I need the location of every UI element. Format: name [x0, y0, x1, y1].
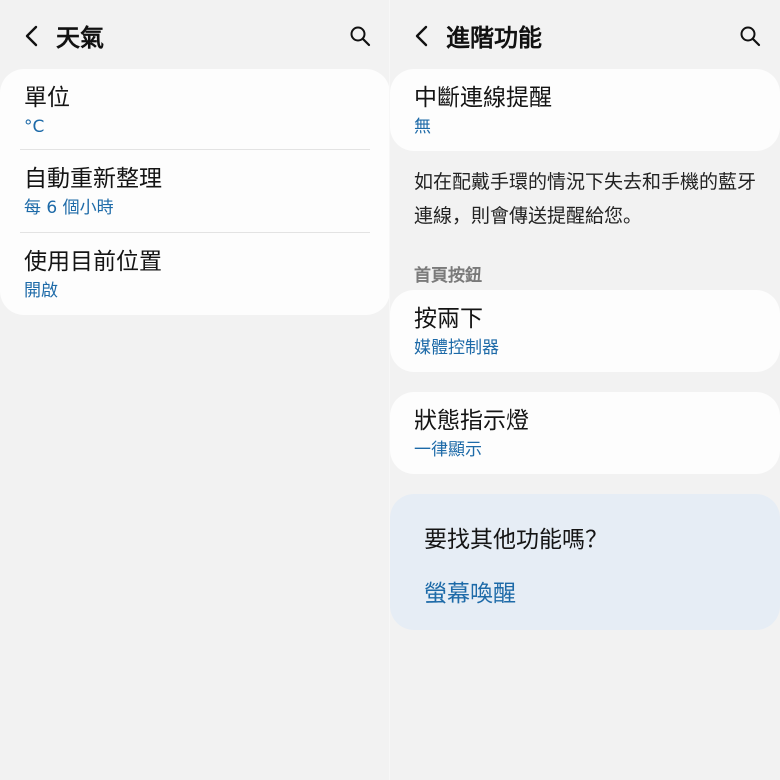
disconnect-alert-label: 中斷連線提醒	[414, 85, 552, 111]
weather-header: 天氣	[0, 0, 390, 68]
unit-setting[interactable]: 單位 °C	[24, 83, 370, 139]
use-location-label: 使用目前位置	[24, 249, 162, 275]
advanced-features-panel: 進階功能 中斷連線提醒 無 如在配戴手環的情況下失去和手機的藍牙連線，則會傳送提…	[390, 0, 780, 780]
status-light-value: 一律顯示	[414, 440, 482, 460]
double-press-value: 媒體控制器	[414, 338, 499, 358]
auto-refresh-setting[interactable]: 自動重新整理 每 6 個小時	[24, 164, 370, 220]
weather-settings-card: 單位 °C 自動重新整理 每 6 個小時 使用目前位置 開啟	[0, 69, 390, 315]
auto-refresh-value: 每 6 個小時	[24, 198, 114, 218]
page-title: 進階功能	[446, 24, 542, 52]
double-press-setting[interactable]: 按兩下 媒體控制器	[414, 304, 760, 360]
search-icon[interactable]	[738, 24, 762, 48]
status-light-label: 狀態指示燈	[414, 408, 529, 434]
use-location-value: 開啟	[24, 281, 58, 301]
use-location-setting[interactable]: 使用目前位置 開啟	[24, 247, 370, 303]
section-header-home-button: 首頁按鈕	[414, 266, 482, 286]
double-press-card: 按兩下 媒體控制器	[390, 290, 780, 372]
disconnect-alert-value: 無	[414, 117, 431, 137]
disconnect-alert-setting[interactable]: 中斷連線提醒 無	[414, 83, 760, 139]
page-title: 天氣	[56, 24, 104, 52]
divider	[20, 149, 370, 150]
auto-refresh-label: 自動重新整理	[24, 166, 162, 192]
back-arrow-icon[interactable]	[18, 22, 46, 50]
unit-value: °C	[24, 117, 45, 137]
suggest-title: 要找其他功能嗎？	[424, 527, 608, 553]
looking-for-other-features-card: 要找其他功能嗎？ 螢幕喚醒	[390, 494, 780, 630]
divider	[20, 232, 370, 233]
status-light-setting[interactable]: 狀態指示燈 一律顯示	[414, 406, 760, 462]
unit-label: 單位	[24, 85, 70, 111]
status-light-card: 狀態指示燈 一律顯示	[390, 392, 780, 474]
weather-settings-panel: 天氣 單位 °C 自動重新整理 每 6 個小時 使用目前位置 開啟	[0, 0, 390, 780]
advanced-header: 進階功能	[390, 0, 780, 68]
double-press-label: 按兩下	[414, 306, 483, 332]
disconnect-description: 如在配戴手環的情況下失去和手機的藍牙連線，則會傳送提醒給您。	[414, 171, 757, 227]
search-icon[interactable]	[348, 24, 372, 48]
screen-wake-link[interactable]: 螢幕喚醒	[424, 574, 516, 608]
back-arrow-icon[interactable]	[408, 22, 436, 50]
disconnect-alert-card: 中斷連線提醒 無	[390, 69, 780, 151]
